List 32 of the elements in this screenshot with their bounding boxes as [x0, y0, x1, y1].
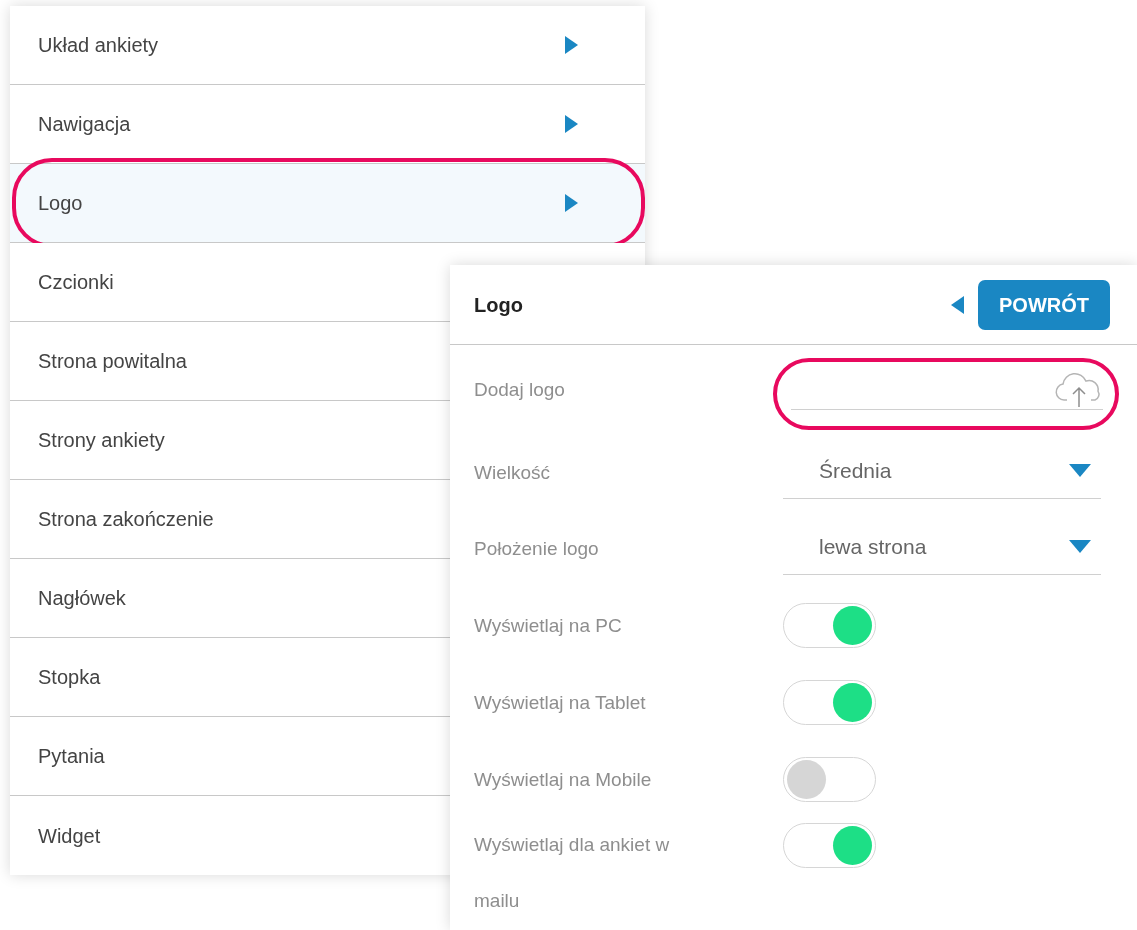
menu-item[interactable]: Nawigacja [10, 85, 645, 164]
toggle-switch[interactable] [783, 603, 876, 648]
menu-item-label: Logo [38, 191, 83, 216]
menu-item-label: Strona zakończenie [38, 507, 214, 532]
caret-down-icon [1069, 464, 1091, 477]
toggle-switch[interactable] [783, 757, 876, 802]
panel-title: Logo [474, 292, 523, 318]
menu-item-label: Widget [38, 823, 101, 849]
menu-item-label: Pytania [38, 744, 105, 769]
setting-label: Dodaj logo [474, 378, 566, 402]
back-arrow-icon [951, 295, 964, 314]
menu-item-label: Czcionki [38, 270, 114, 295]
toggle-switch[interactable] [783, 680, 876, 725]
toggle-switch[interactable] [783, 823, 876, 868]
menu-item-label: Strony ankiety [38, 428, 165, 453]
menu-item[interactable]: Układ ankiety [10, 6, 645, 85]
setting-label: Położenie logo [474, 537, 600, 561]
cloud-upload-icon [1055, 371, 1103, 408]
menu-item-label: Strona powitalna [38, 349, 187, 374]
dropdown[interactable]: Średnia [783, 443, 1101, 499]
menu-item-label: Nawigacja [38, 112, 131, 137]
menu-item-label: Nagłówek [38, 586, 126, 611]
back-button[interactable]: POWRÓT [978, 279, 1110, 330]
menu-item-label: Stopka [38, 665, 101, 690]
dropdown[interactable]: lewa strona [783, 519, 1101, 575]
menu-item-label: Układ ankiety [38, 33, 159, 58]
upload-field[interactable] [791, 370, 1103, 410]
dropdown-value: lewa strona [819, 533, 928, 560]
caret-down-icon [1069, 540, 1091, 553]
dropdown-value: Średnia [819, 457, 893, 484]
setting-label: Wyświetlaj na PC [474, 613, 623, 638]
setting-label: Wyświetlaj na Tablet [474, 690, 647, 715]
